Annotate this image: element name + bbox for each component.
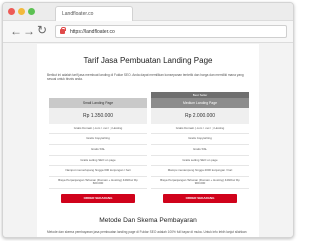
lock-icon bbox=[60, 27, 66, 34]
intro-paragraph: Berikut ini adalah tarif jasa membuat la… bbox=[47, 73, 244, 82]
feature-item: Mampu menampung hingga 4000 kunjungan / … bbox=[151, 166, 249, 177]
feature-item: Biaya Perpanjangan Tahunan (Domain + Hos… bbox=[151, 177, 249, 189]
feature-item: Gratis Copywriting bbox=[151, 134, 249, 145]
section-paragraph: Metode dan skema pembayaran jasa pembuat… bbox=[47, 230, 247, 234]
feature-item: Gratis Copywriting bbox=[49, 134, 147, 145]
feature-item: Gratis SSL bbox=[49, 145, 147, 156]
page-content: Tarif Jasa Pembuatan Landing Page Beriku… bbox=[37, 44, 259, 237]
reload-icon[interactable]: ↻ bbox=[37, 24, 47, 36]
maximize-window-button[interactable] bbox=[28, 8, 35, 15]
plan-card-small: Small Landing Page Rp 1.350.000 Gratis D… bbox=[49, 97, 147, 203]
feature-item: Gratis setting SEO on page bbox=[151, 156, 249, 167]
back-arrow-icon[interactable]: ← bbox=[10, 25, 22, 37]
page-title: Tarif Jasa Pembuatan Landing Page bbox=[83, 56, 213, 65]
order-now-button[interactable]: ORDER SEKARANG bbox=[61, 193, 135, 203]
feature-item: Namput memerlupang hingga 600 kunjungan … bbox=[49, 166, 147, 177]
feature-item: Gratis Domain (.com / .net / .) Hosting bbox=[151, 124, 249, 135]
forward-arrow-icon[interactable]: → bbox=[23, 25, 35, 37]
minimize-window-button[interactable] bbox=[18, 8, 25, 15]
url-text: https://landfloater.co bbox=[70, 29, 115, 35]
browser-tab[interactable]: Landfloater.co bbox=[55, 6, 133, 21]
feature-list: Gratis Domain (.com / .net / .) Hosting … bbox=[49, 124, 147, 189]
navigation-bar: ← → ↻ https://landfloater.co bbox=[3, 21, 293, 43]
plan-price: Rp 2.000.000 bbox=[151, 107, 249, 124]
close-window-button[interactable] bbox=[8, 8, 15, 15]
plan-name: Small Landing Page bbox=[49, 97, 147, 108]
browser-window: Landfloater.co ← → ↻ https://landfloater… bbox=[2, 2, 294, 238]
feature-item: Biaya Perpanjangan Tahunan (Domain + Hos… bbox=[49, 177, 147, 189]
order-now-button[interactable]: ORDER SEKARANG bbox=[163, 193, 237, 203]
page-viewport[interactable]: Tarif Jasa Pembuatan Landing Page Beriku… bbox=[3, 44, 293, 237]
plan-card-medium: Best Seller Medium Landing Page Rp 2.000… bbox=[151, 91, 249, 203]
feature-item: Gratis Domain (.com / .net / .) Hosting bbox=[49, 124, 147, 135]
feature-item: Gratis setting SEO on page bbox=[49, 156, 147, 167]
plan-name: Medium Landing Page bbox=[151, 97, 249, 108]
pricing-plans: Small Landing Page Rp 1.350.000 Gratis D… bbox=[47, 91, 249, 220]
address-bar[interactable]: https://landfloater.co bbox=[55, 25, 287, 38]
feature-item: Gratis SSL bbox=[151, 145, 249, 156]
plan-price: Rp 1.350.000 bbox=[49, 107, 147, 124]
title-bar: Landfloater.co bbox=[3, 3, 293, 21]
section-title: Metode Dan Skema Pembayaran bbox=[99, 217, 197, 224]
feature-list: Gratis Domain (.com / .net / .) Hosting … bbox=[151, 124, 249, 189]
